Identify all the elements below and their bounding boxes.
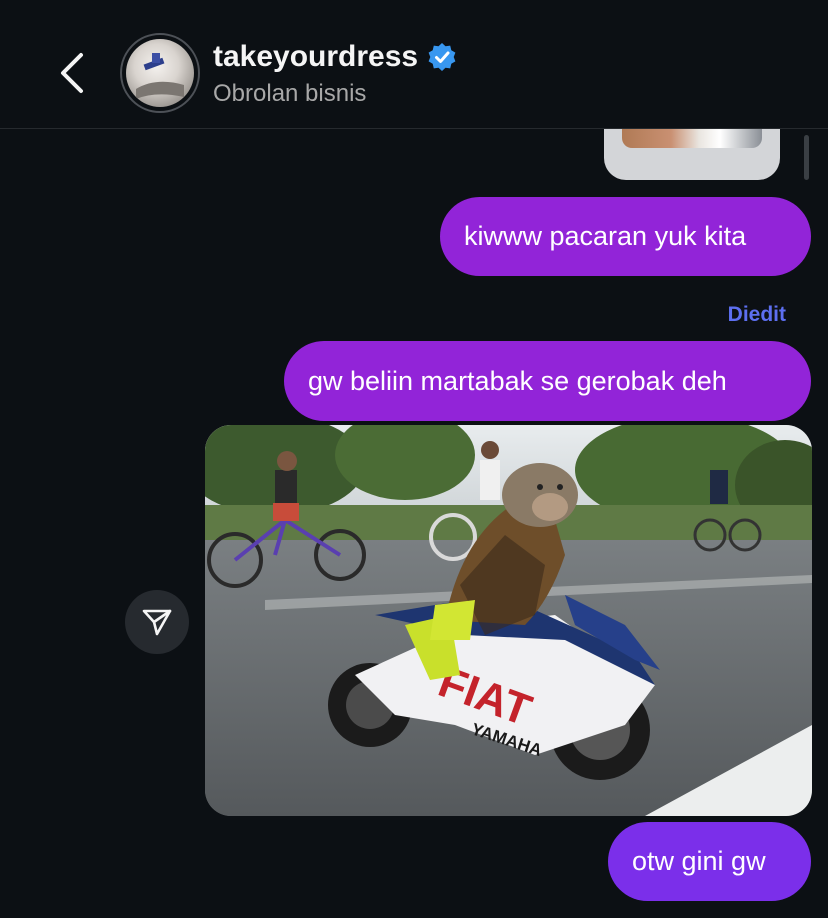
chevron-left-icon — [61, 53, 83, 93]
share-button[interactable] — [125, 590, 189, 654]
message-text: gw beliin martabak se gerobak deh — [308, 365, 727, 396]
avatar[interactable] — [120, 33, 200, 113]
avatar-image — [126, 39, 194, 107]
back-button[interactable] — [52, 50, 92, 96]
message-text: kiwww pacaran yuk kita — [464, 221, 747, 251]
edited-label[interactable]: Diedit — [728, 303, 786, 327]
message-photo[interactable]: FIAT YAMAHA — [205, 425, 812, 816]
chat-header: takeyourdress Obrolan bisnis — [0, 0, 828, 129]
message-bubble-1[interactable]: kiwww pacaran yuk kita — [440, 197, 811, 276]
send-icon — [142, 609, 172, 636]
page-title[interactable]: takeyourdress — [213, 40, 418, 74]
verified-badge-icon — [428, 43, 456, 71]
message-bubble-2[interactable]: gw beliin martabak se gerobak deh — [284, 341, 811, 421]
message-text: otw gini gw — [632, 846, 766, 876]
scrollbar[interactable] — [804, 135, 809, 180]
chat-subtitle: Obrolan bisnis — [213, 80, 367, 107]
message-bubble-3[interactable]: otw gini gw — [608, 822, 811, 901]
